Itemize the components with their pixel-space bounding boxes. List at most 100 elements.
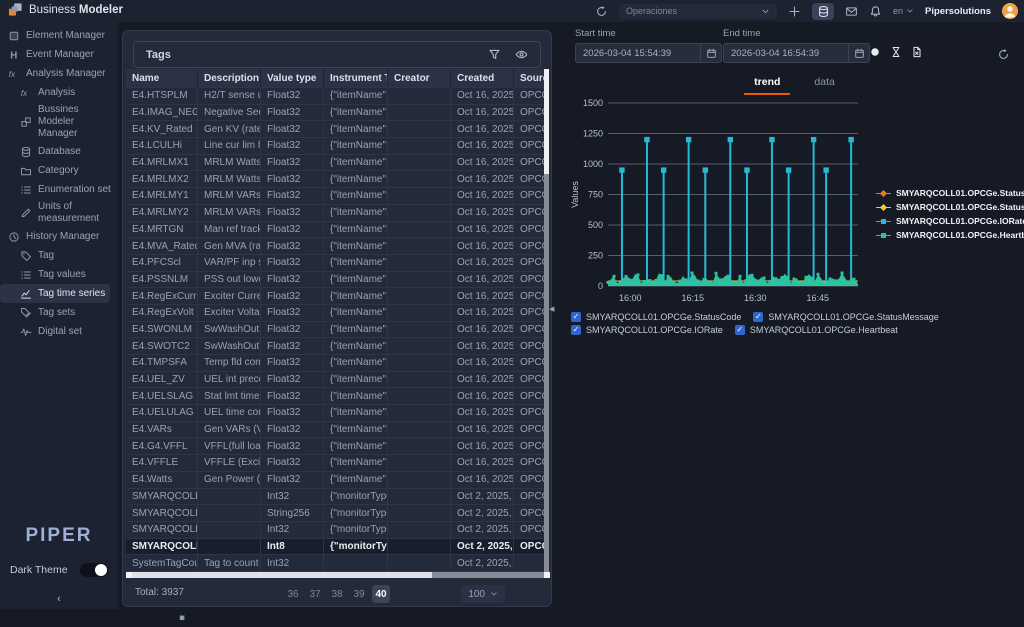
plus-icon[interactable] <box>788 5 801 18</box>
table-row[interactable]: E4.VFFLEVFFLE (Exciter)Float32{"itemName… <box>126 455 546 472</box>
calendar-icon[interactable] <box>848 44 869 62</box>
table-row[interactable]: E4.MVA_RatedGen MVA (rated)Float32{"item… <box>126 238 546 255</box>
table-row[interactable]: E4.MRTGNMan ref track g...Float32{"itemN… <box>126 222 546 239</box>
export-file-icon[interactable] <box>911 46 923 58</box>
filter-icon[interactable] <box>488 48 501 61</box>
legend-item[interactable]: SMYARQCOLL01.OPCGe.StatusCode <box>876 188 1024 198</box>
sidebar-item-tag[interactable]: Tag <box>0 246 118 265</box>
table-row[interactable]: E4.VARsGen VARs (VAR...Float32{"itemName… <box>126 422 546 439</box>
eye-icon[interactable] <box>515 48 528 61</box>
start-time-input[interactable]: 2026-03-04 15:54:39 <box>575 43 722 63</box>
sidebar-item-category[interactable]: Category <box>0 161 118 180</box>
sync-icon[interactable] <box>997 48 1010 61</box>
table-cell: E4.UELULAG <box>126 405 198 422</box>
page-button-36[interactable]: 36 <box>284 585 302 603</box>
table-row[interactable]: E4.UEL_ZVUEL int precon ...Float32{"item… <box>126 372 546 389</box>
language-select[interactable]: en <box>893 6 914 16</box>
page-button-39[interactable]: 39 <box>350 585 368 603</box>
dark-theme-toggle[interactable] <box>80 563 108 577</box>
sidebar-item-enumeration-set[interactable]: Enumeration set <box>0 180 118 199</box>
table-row[interactable]: E4.HTSPLMH2/T sense up...Float32{"itemNa… <box>126 88 546 105</box>
column-header-instrument-tag[interactable]: Instrument Tag <box>324 69 388 88</box>
series-checkbox-iorate[interactable]: ✓SMYARQCOLL01.OPCGe.IORate <box>571 325 723 335</box>
table-row[interactable]: E4.PFCSclVAR/PF inp scaleFloat32{"itemNa… <box>126 255 546 272</box>
sidebar-item-database[interactable]: Database <box>0 142 118 161</box>
table-row[interactable]: E4.MRLMX1MRLM Watts P...Float32{"itemNam… <box>126 155 546 172</box>
table-row[interactable]: SMYARQCOLL0...String256{"monitorType"...… <box>126 505 546 522</box>
last-page-button[interactable]: » <box>123 609 241 627</box>
table-row[interactable]: E4.IMAG_NEGNegative Sequ...Float32{"item… <box>126 105 546 122</box>
sidebar-item-bussines-modeler-manager[interactable]: Bussines Modeler Manager <box>0 102 118 142</box>
database-button[interactable] <box>812 3 834 20</box>
table-row[interactable]: E4.SWONLMSwWashOutNe...Float32{"itemName… <box>126 322 546 339</box>
column-header-creator[interactable]: Creator <box>388 69 451 88</box>
refresh-icon[interactable] <box>595 5 608 18</box>
series-checkbox-statusmessage[interactable]: ✓SMYARQCOLL01.OPCGe.StatusMessage <box>753 312 938 322</box>
sidebar-item-tag-time-series[interactable]: Tag time series <box>0 284 110 303</box>
calendar-icon[interactable] <box>700 44 721 62</box>
table-cell: E4.MRLMX1 <box>126 155 198 172</box>
table-row[interactable]: E4.RegExCurrExciter Current ...Float32{"… <box>126 288 546 305</box>
table-cell: E4.LCULHi <box>126 138 198 155</box>
table-row[interactable]: E4.PSSNLMPSS out lower l...Float32{"item… <box>126 272 546 289</box>
column-header-name[interactable]: Name <box>126 69 198 88</box>
sidebar-item-analysis-manager[interactable]: fxAnalysis Manager <box>0 64 118 83</box>
bell-icon[interactable] <box>869 5 882 18</box>
table-row[interactable]: SMYARQCOLL0...Int8{"monitorType"...Oct 2… <box>126 539 546 556</box>
mail-icon[interactable] <box>845 5 858 18</box>
page-button-37[interactable]: 37 <box>306 585 324 603</box>
table-row[interactable]: E4.G4.VFFLVFFL(full load v...Float32{"it… <box>126 438 546 455</box>
table-row[interactable]: E4.RegExVoltExciter Voltage...Float32{"i… <box>126 305 546 322</box>
workspace-select[interactable]: Operaciones <box>619 4 777 19</box>
table-cell: Oct 16, 2025, 1... <box>451 288 514 305</box>
table-cell: OPCGe <box>514 388 546 405</box>
table-row[interactable]: E4.TMPSFATemp fld comp...Float32{"itemNa… <box>126 355 546 372</box>
sidebar-item-analysis[interactable]: fxAnalysis <box>0 83 118 102</box>
legend-item[interactable]: SMYARQCOLL01.OPCGe.StatusMessage <box>876 202 1024 212</box>
avatar[interactable] <box>1002 3 1018 19</box>
sidebar-item-tag-sets[interactable]: Tag sets <box>0 303 118 322</box>
legend-item[interactable]: SMYARQCOLL01.OPCGe.Heartbeat <box>876 230 1024 240</box>
table-row[interactable]: E4.UELULAGUEL time const...Float32{"item… <box>126 405 546 422</box>
column-header-created[interactable]: Created <box>451 69 514 88</box>
table-row[interactable]: SMYARQCOLL0...Int32{"monitorType"...Oct … <box>126 522 546 539</box>
panel-collapse-arrow[interactable]: ◀ <box>549 305 554 313</box>
sidebar-item-element-manager[interactable]: Element Manager <box>0 26 118 45</box>
horizontal-scrollbar[interactable] <box>126 572 550 578</box>
series-checkbox-statuscode[interactable]: ✓SMYARQCOLL01.OPCGe.StatusCode <box>571 312 741 322</box>
table-row[interactable]: E4.UELSLAGStat lmt time c...Float32{"ite… <box>126 388 546 405</box>
vertical-scrollbar[interactable] <box>544 69 549 572</box>
end-time-input[interactable]: 2026-03-04 16:54:39 <box>723 43 870 63</box>
page-size-select[interactable]: 100 <box>461 585 505 603</box>
page-button-38[interactable]: 38 <box>328 585 346 603</box>
legend-item[interactable]: SMYARQCOLL01.OPCGe.IORate <box>876 216 1024 226</box>
table-cell: SMYARQCOLL0... <box>126 505 198 522</box>
sidebar-collapse-chevron[interactable]: ‹ <box>0 593 118 609</box>
table-row[interactable]: E4.MRLMY1MRLM VARs Pt 1Float32{"itemName… <box>126 188 546 205</box>
hourglass-icon[interactable] <box>890 46 902 58</box>
sidebar-item-history-manager[interactable]: History Manager <box>0 227 118 246</box>
column-header-value-type[interactable]: Value type <box>261 69 324 88</box>
table-cell: SMYARQCOLL0... <box>126 522 198 539</box>
record-circle-icon[interactable] <box>869 46 881 58</box>
table-cell <box>388 372 451 389</box>
table-row[interactable]: E4.MRLMY2MRLM VARs Pt 2Float32{"itemName… <box>126 205 546 222</box>
table-row[interactable]: E4.LCULHiLine cur lim highFloat32{"itemN… <box>126 138 546 155</box>
table-row[interactable]: SystemTagCountTag to count ex...Int32Oct… <box>126 555 546 572</box>
sidebar-item-digital-set[interactable]: Digital set <box>0 322 118 341</box>
tab-data[interactable]: data <box>804 73 844 95</box>
series-checkbox-heartbeat[interactable]: ✓SMYARQCOLL01.OPCGe.Heartbeat <box>735 325 898 335</box>
column-header-source[interactable]: Source <box>514 69 546 88</box>
sidebar-item-tag-values[interactable]: Tag values <box>0 265 118 284</box>
column-header-description[interactable]: Description <box>198 69 261 88</box>
tab-trend[interactable]: trend <box>744 73 790 95</box>
table-row[interactable]: E4.KV_RatedGen KV (rated)Float32{"itemNa… <box>126 121 546 138</box>
page-button-40[interactable]: 40 <box>372 585 390 603</box>
table-row[interactable]: SMYARQCOLL0...Int32{"monitorType"...Oct … <box>126 489 546 506</box>
tags-search-box[interactable]: Tags <box>133 41 541 68</box>
table-row[interactable]: E4.MRLMX2MRLM Watts P...Float32{"itemNam… <box>126 171 546 188</box>
sidebar-item-units-of-measurement[interactable]: Units of measurement <box>0 199 118 227</box>
table-row[interactable]: E4.SWOTC2SwWashOutTC2Float32{"itemName":… <box>126 338 546 355</box>
sidebar-item-event-manager[interactable]: HEvent Manager <box>0 45 118 64</box>
table-row[interactable]: E4.WattsGen Power (Wa...Float32{"itemNam… <box>126 472 546 489</box>
